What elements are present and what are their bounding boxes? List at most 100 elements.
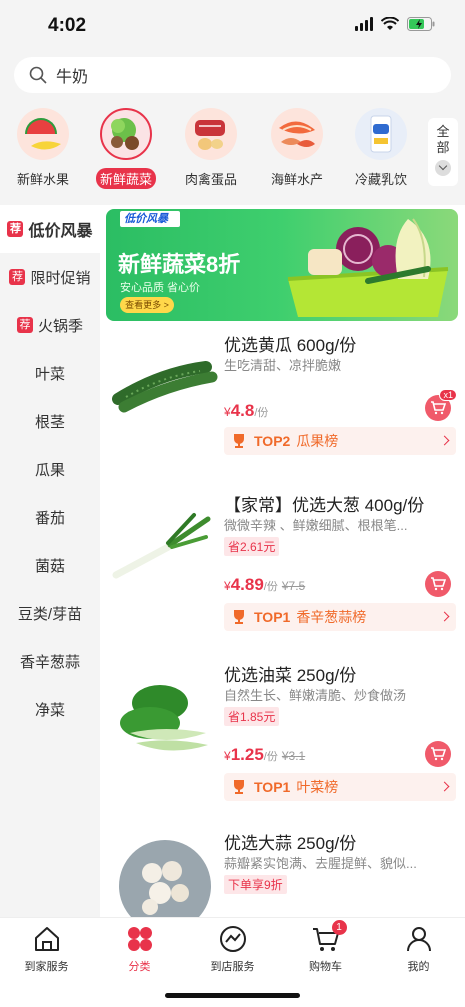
vegetable-icon [100,108,152,160]
fruit-icon [17,108,69,160]
cart-icon [431,401,446,415]
chevron-right-icon [439,781,450,792]
sidebar-item-leafy[interactable]: 叶菜 [0,349,100,397]
original-price: ¥7.5 [281,579,306,593]
rank-banner[interactable]: TOP1 叶菜榜 [224,773,456,801]
sidebar-item-label: 豆类/芽苗 [17,605,83,623]
signal-icon [355,17,373,31]
sidebar-item-beans[interactable]: 豆类/芽苗 [0,589,100,637]
search-input[interactable] [56,66,416,84]
sidebar-item-label: 番茄 [34,509,65,527]
product-card[interactable]: 优选黄瓜 600g/份 生吃清甜、凉拌脆嫩 ¥4.8/份 x1 TOP2 瓜果榜 [100,323,465,481]
product-description: 蒜瓣紧实饱满、去腥提鲜、貌似... [224,856,417,871]
price-symbol: ¥ [224,749,231,763]
sidebar-item-label: 低价风暴 [28,223,93,240]
banner-subtitle: 安心品质 省心价 [120,282,201,294]
rank-banner[interactable]: TOP2 瓜果榜 [224,427,456,455]
sidebar-item-tomato[interactable]: 番茄 [0,493,100,541]
category-icon [125,924,155,954]
product-name: 优选大蒜 250g/份 [224,834,357,853]
all-categories-button[interactable]: 全部 [428,118,458,186]
recommend-tag: 荐 [7,221,24,237]
product-card[interactable]: 【家常】优选大葱 400g/份 微微辛辣 、鲜嫩细腻、根根笔... 省2.61元… [100,483,465,641]
sidebar-item-prepped[interactable]: 净菜 [0,685,100,733]
sidebar-item-mushroom[interactable]: 菌菇 [0,541,100,589]
category-strip: 新鲜水果 新鲜蔬菜 肉禽蛋品 海鲜水产 冷藏乳饮 全部 [0,108,465,196]
sidebar-item-low-price[interactable]: 荐 低价风暴 [0,205,100,253]
trophy-icon [234,434,244,448]
category-seafood[interactable]: 海鲜水产 [257,108,337,189]
cart-icon: 1 [311,920,347,954]
cart-icon [431,577,446,591]
sidebar-item-melon[interactable]: 瓜果 [0,445,100,493]
discount-badge: 省2.61元 [224,537,280,556]
chevron-right-icon [439,435,450,446]
price-value: 1.25 [230,745,264,764]
add-to-cart-button[interactable] [425,741,451,767]
tab-label: 到家服务 [24,961,69,973]
banner-more-button[interactable]: 查看更多 > [120,297,174,313]
rank-banner[interactable]: TOP1 香辛葱蒜榜 [224,603,456,631]
sidebar-item-promotion[interactable]: 荐 限时促销 [0,253,100,301]
promo-banner[interactable]: 低价风暴 新鲜蔬菜8折 安心品质 省心价 查看更多 > [106,209,458,321]
sidebar-item-label: 根茎 [34,413,65,431]
wifi-icon [381,17,399,31]
product-card[interactable]: 优选油菜 250g/份 自然生长、鲜嫩清脆、炒食做汤 省1.85元 ¥1.25/… [100,653,465,811]
search-icon [29,66,47,84]
store-icon [218,924,248,954]
product-name: 优选油菜 250g/份 [224,666,357,685]
profile-icon [404,924,434,954]
rank-label: 香辛葱蒜榜 [296,609,367,625]
product-name: 优选黄瓜 600g/份 [224,336,357,355]
sidebar-item-label: 叶菜 [34,365,65,383]
rank-position: TOP1 [254,609,291,625]
category-label: 海鲜水产 [270,172,323,187]
tab-home-service[interactable]: 到家服务 [0,924,93,974]
chevron-down-icon [435,160,451,176]
product-card[interactable]: 优选大蒜 250g/份 蒜瓣紧实饱满、去腥提鲜、貌似... 下单享9折 [100,821,465,917]
tab-label: 我的 [407,961,430,973]
search-bar[interactable] [14,57,451,93]
sidebar-item-label: 限时促销 [30,269,91,287]
product-price: ¥4.8/份 [224,401,268,421]
category-dairy[interactable]: 冷藏乳饮 [341,108,421,189]
cart-icon [431,747,446,761]
add-to-cart-button[interactable] [425,571,451,597]
tab-cart[interactable]: 1 购物车 [279,920,372,974]
sidebar-item-root[interactable]: 根茎 [0,397,100,445]
product-description: 自然生长、鲜嫩清脆、炒食做汤 [224,688,407,703]
sidebar-item-hotpot[interactable]: 荐 火锅季 [0,301,100,349]
price-symbol: ¥ [224,405,231,419]
chevron-right-icon [439,611,450,622]
price-unit: /份 [254,407,269,419]
sidebar: 荐 低价风暴 荐 限时促销 荐 火锅季 叶菜 根茎 瓜果 番茄 菌菇 豆类/芽苗… [0,205,100,917]
sidebar-item-label: 瓜果 [34,461,65,479]
trophy-icon [234,610,244,624]
sidebar-item-label: 香辛葱蒜 [19,653,80,671]
tab-profile[interactable]: 我的 [372,924,465,974]
tab-category[interactable]: 分类 [93,924,186,974]
tab-label: 购物车 [309,961,342,973]
cart-count-badge: 1 [331,920,347,935]
banner-logo: 低价风暴 [120,211,180,227]
banner-title: 新鲜蔬菜8折 [118,252,241,277]
status-bar: 4:02 [0,0,465,50]
recommend-tag: 荐 [9,269,26,285]
product-name: 【家常】优选大葱 400g/份 [224,496,425,515]
sidebar-item-label: 火锅季 [37,317,83,335]
sidebar-item-label: 菌菇 [34,557,65,575]
product-price: ¥4.89/份 ¥7.5 [224,575,305,595]
recommend-tag: 荐 [16,317,33,333]
discount-badge: 下单享9折 [224,875,287,894]
category-meat[interactable]: 肉禽蛋品 [171,108,251,189]
seafood-icon [271,108,323,160]
price-symbol: ¥ [224,579,231,593]
tab-label: 分类 [128,961,151,973]
product-description: 微微辛辣 、鲜嫩细腻、根根笔... [224,518,408,533]
sidebar-item-spices[interactable]: 香辛葱蒜 [0,637,100,685]
tab-store-service[interactable]: 到店服务 [186,924,279,974]
status-time: 4:02 [48,15,87,36]
category-vegetable[interactable]: 新鲜蔬菜 [86,108,166,189]
category-label: 新鲜蔬菜 [95,168,156,189]
category-fruit[interactable]: 新鲜水果 [3,108,83,189]
